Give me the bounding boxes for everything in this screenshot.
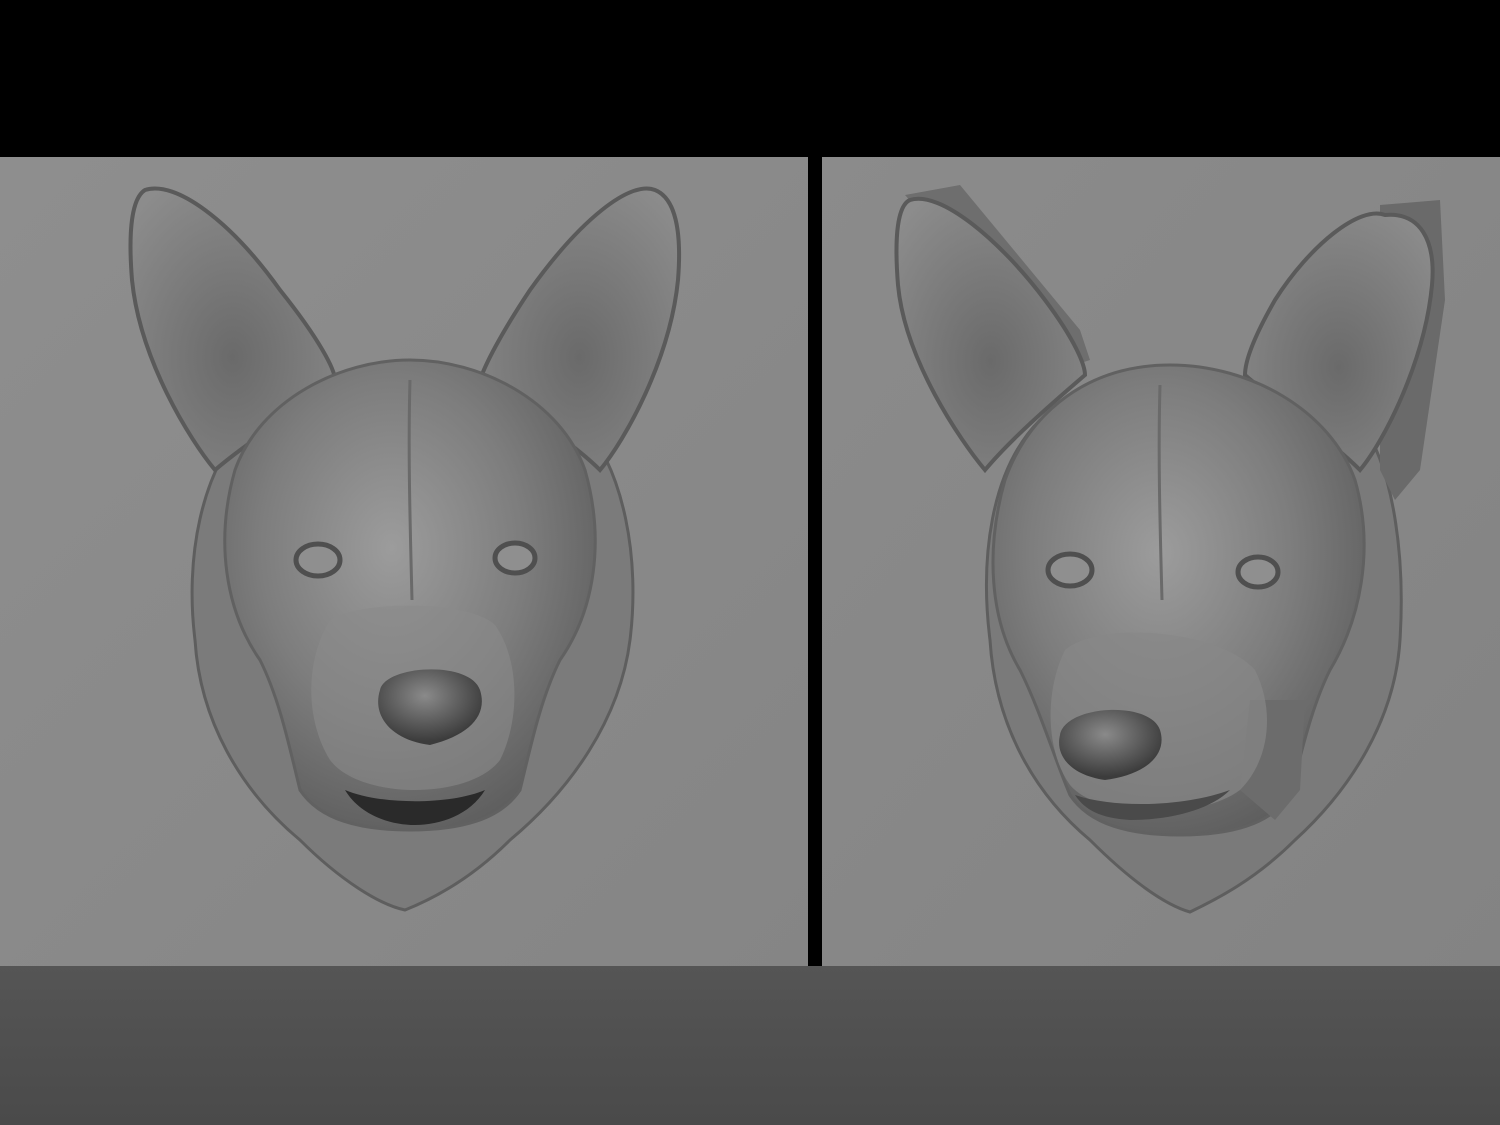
panel-divider bbox=[808, 157, 822, 966]
floor-plane bbox=[0, 966, 1500, 1125]
right-eye-right bbox=[1235, 554, 1281, 590]
sculpt-viewport bbox=[0, 0, 1500, 1125]
left-eye-left bbox=[293, 541, 343, 579]
right-eye-left bbox=[1045, 551, 1095, 589]
left-relief-panel bbox=[0, 157, 808, 966]
right-relief-panel bbox=[822, 157, 1500, 966]
left-eye-right bbox=[492, 540, 538, 576]
